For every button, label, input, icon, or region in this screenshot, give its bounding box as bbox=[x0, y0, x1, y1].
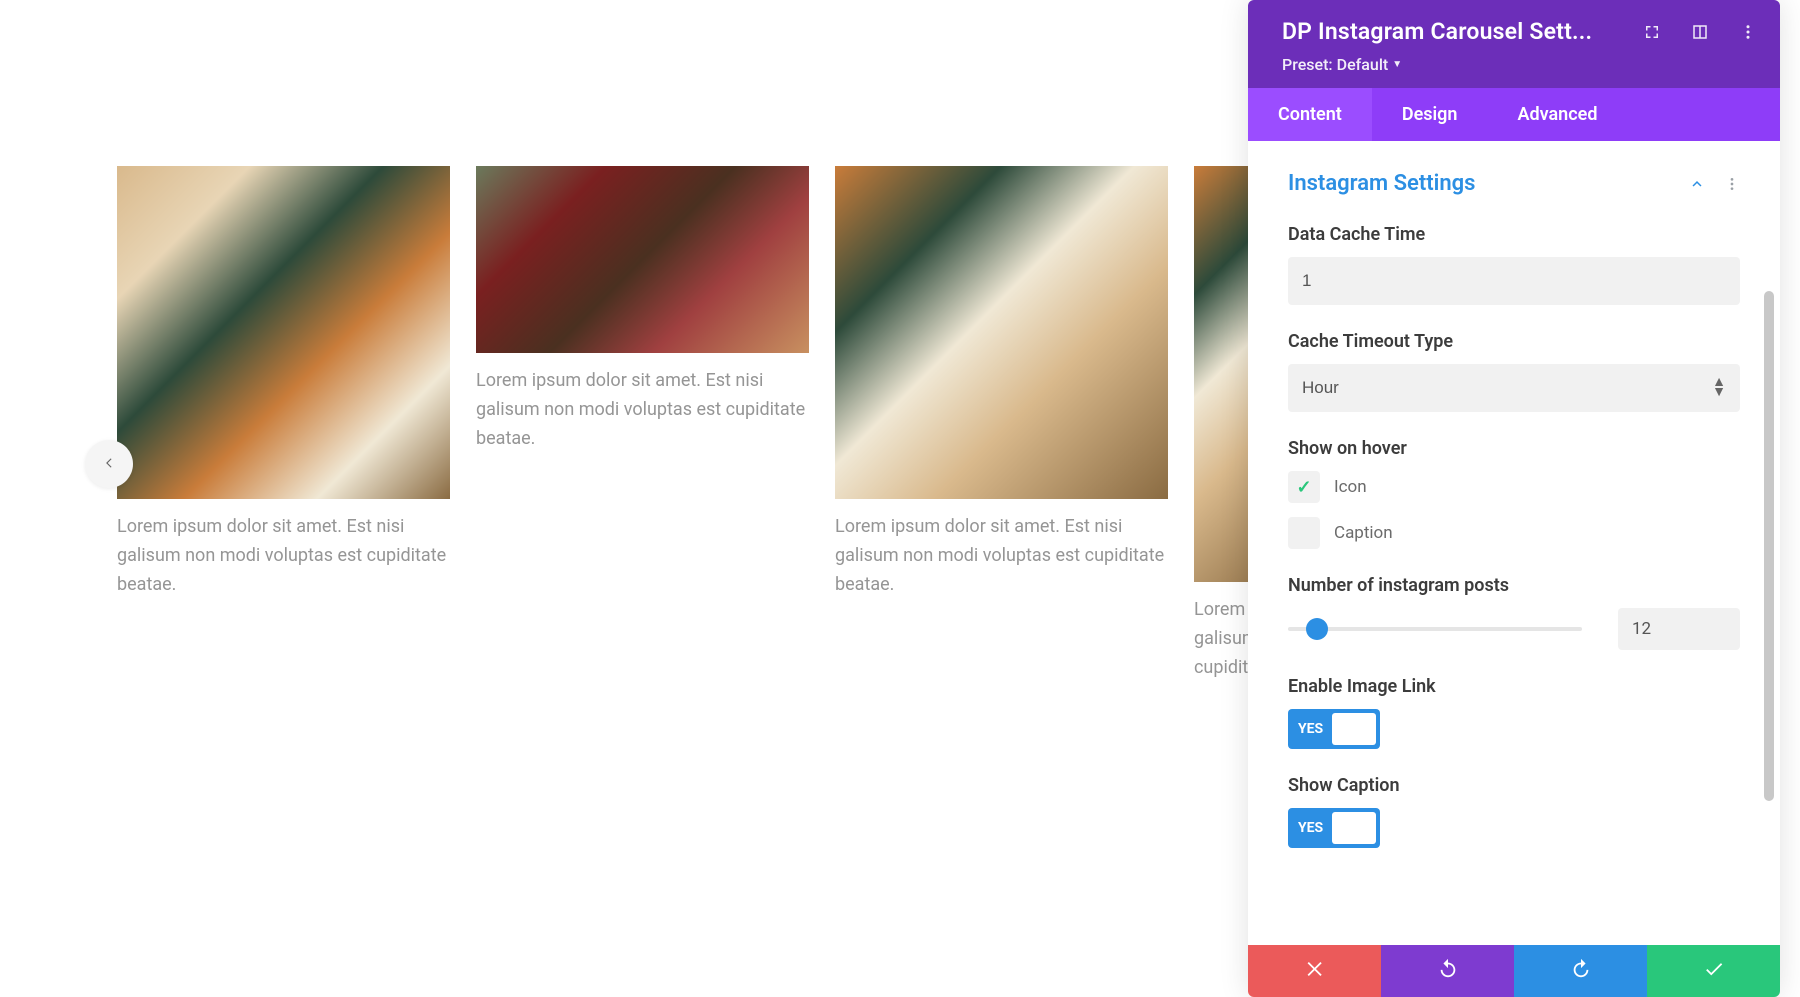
carousel-image[interactable] bbox=[476, 166, 809, 353]
settings-panel: DP Instagram Carousel Sett... Preset: De… bbox=[1248, 0, 1780, 997]
more-vertical-icon[interactable] bbox=[1724, 176, 1740, 192]
preset-value: Default bbox=[1337, 55, 1389, 74]
close-icon bbox=[1304, 958, 1326, 984]
carousel-image[interactable] bbox=[117, 166, 450, 499]
carousel-preview: Lorem ipsum dolor sit amet. Est nisi gal… bbox=[0, 0, 1250, 997]
checkbox-row-caption: Caption bbox=[1288, 517, 1740, 549]
checkbox-row-icon: Icon bbox=[1288, 471, 1740, 503]
field-label: Cache Timeout Type bbox=[1288, 331, 1740, 352]
data-cache-time-input[interactable] bbox=[1288, 257, 1740, 305]
carousel-items: Lorem ipsum dolor sit amet. Est nisi gal… bbox=[117, 166, 1250, 682]
undo-button[interactable] bbox=[1381, 945, 1514, 997]
tab-advanced[interactable]: Advanced bbox=[1487, 88, 1627, 141]
cancel-button[interactable] bbox=[1248, 945, 1381, 997]
toggle-knob bbox=[1332, 713, 1376, 745]
checkbox-label: Icon bbox=[1334, 477, 1367, 497]
field-label: Data Cache Time bbox=[1288, 224, 1740, 245]
carousel-image[interactable] bbox=[835, 166, 1168, 499]
chevron-up-icon[interactable] bbox=[1688, 175, 1706, 193]
num-posts-value[interactable]: 12 bbox=[1618, 608, 1740, 650]
tab-design[interactable]: Design bbox=[1372, 88, 1488, 141]
num-posts-slider[interactable] bbox=[1288, 627, 1582, 631]
panel-title: DP Instagram Carousel Sett... bbox=[1282, 18, 1592, 45]
preset-selector[interactable]: Preset: Default ▼ bbox=[1282, 55, 1758, 74]
show-caption-toggle[interactable]: YES bbox=[1288, 808, 1380, 848]
cache-timeout-type-select[interactable] bbox=[1288, 364, 1740, 412]
carousel-caption: Lorem ipsum dolor sit amet. Est nisi gal… bbox=[476, 367, 809, 453]
toggle-label: YES bbox=[1298, 721, 1323, 737]
carousel-item[interactable]: Lorem ipsum dolor sit amet. Est nisi gal… bbox=[117, 166, 450, 682]
section-title: Instagram Settings bbox=[1288, 171, 1475, 196]
preset-label: Preset: bbox=[1282, 55, 1333, 74]
redo-button[interactable] bbox=[1514, 945, 1647, 997]
slider-thumb[interactable] bbox=[1306, 618, 1328, 640]
panel-header: DP Instagram Carousel Sett... Preset: De… bbox=[1248, 0, 1780, 88]
field-num-posts: Number of instagram posts 12 bbox=[1288, 575, 1740, 650]
toggle-knob bbox=[1332, 812, 1376, 844]
panel-body: Instagram Settings Data Cache Time Cache… bbox=[1248, 141, 1780, 945]
redo-icon bbox=[1570, 958, 1592, 984]
field-enable-image-link: Enable Image Link YES bbox=[1288, 676, 1740, 749]
chevron-left-icon bbox=[102, 455, 116, 474]
tab-content[interactable]: Content bbox=[1248, 88, 1372, 141]
field-show-on-hover: Show on hover Icon Caption bbox=[1288, 438, 1740, 549]
caret-down-icon: ▼ bbox=[1392, 59, 1402, 70]
enable-image-link-toggle[interactable]: YES bbox=[1288, 709, 1380, 749]
icon-checkbox[interactable] bbox=[1288, 471, 1320, 503]
undo-icon bbox=[1437, 958, 1459, 984]
section-header-icons bbox=[1688, 175, 1740, 193]
panel-header-icons bbox=[1642, 22, 1758, 42]
field-show-caption: Show Caption YES bbox=[1288, 775, 1740, 848]
carousel-caption: Lorem ipsum dolor sit amet. Est nisi gal… bbox=[835, 513, 1168, 599]
caption-checkbox[interactable] bbox=[1288, 517, 1320, 549]
panel-footer bbox=[1248, 945, 1780, 997]
panel-tabs: Content Design Advanced bbox=[1248, 88, 1780, 141]
carousel-prev-button[interactable] bbox=[85, 440, 133, 488]
expand-icon[interactable] bbox=[1642, 22, 1662, 42]
scrollbar[interactable] bbox=[1764, 291, 1774, 801]
carousel-item[interactable]: Lorem ipsum dolor sit amet. Est nisi gal… bbox=[476, 166, 809, 682]
field-label: Show on hover bbox=[1288, 438, 1740, 459]
layout-icon[interactable] bbox=[1690, 22, 1710, 42]
check-icon bbox=[1703, 958, 1725, 984]
carousel-item[interactable]: Lorem ipsum dolor sit amet. Est nisi gal… bbox=[835, 166, 1168, 682]
panel-title-row: DP Instagram Carousel Sett... bbox=[1282, 18, 1758, 45]
slider-row: 12 bbox=[1288, 608, 1740, 650]
carousel-caption: Lorem ipsum dolor sit amet. Est nisi gal… bbox=[117, 513, 450, 599]
checkbox-label: Caption bbox=[1334, 523, 1393, 543]
field-label: Enable Image Link bbox=[1288, 676, 1740, 697]
field-data-cache-time: Data Cache Time bbox=[1288, 224, 1740, 305]
save-button[interactable] bbox=[1647, 945, 1780, 997]
field-label: Number of instagram posts bbox=[1288, 575, 1740, 596]
field-label: Show Caption bbox=[1288, 775, 1740, 796]
section-header[interactable]: Instagram Settings bbox=[1288, 171, 1740, 196]
field-cache-timeout-type: Cache Timeout Type ▲▼ bbox=[1288, 331, 1740, 412]
more-vertical-icon[interactable] bbox=[1738, 22, 1758, 42]
toggle-label: YES bbox=[1298, 820, 1323, 836]
